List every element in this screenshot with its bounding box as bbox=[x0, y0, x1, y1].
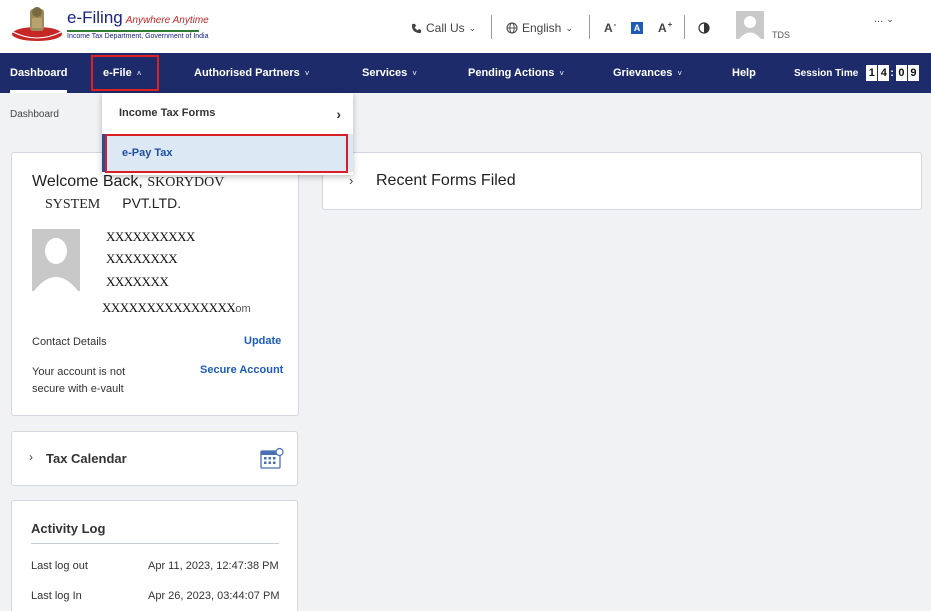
nav-services[interactable]: Services ˅ bbox=[362, 53, 417, 93]
last-login-value: Apr 26, 2023, 03:44:07 PM bbox=[148, 590, 280, 602]
contrast-icon bbox=[698, 22, 710, 34]
breadcrumb[interactable]: Dashboard bbox=[10, 109, 59, 120]
chevron-right-icon: › bbox=[29, 450, 33, 464]
recent-forms-title: Recent Forms Filed bbox=[376, 172, 516, 189]
divider bbox=[491, 15, 492, 39]
last-logout-value: Apr 11, 2023, 12:47:38 PM bbox=[148, 560, 279, 572]
divider bbox=[589, 15, 590, 39]
font-increase-button[interactable]: A + bbox=[658, 20, 672, 36]
contrast-button[interactable] bbox=[698, 20, 710, 36]
session-digit: 1 bbox=[866, 65, 878, 81]
welcome-card: Welcome Back, SKORYDOV SYSTEM PVT.LTD. XX… bbox=[11, 152, 299, 416]
main-nav: Dashboard e-File ˄ Authorised Partners ˅ S… bbox=[0, 53, 931, 93]
font-increase-label: A bbox=[658, 21, 667, 35]
chevron-right-icon: › bbox=[336, 106, 341, 122]
masked-pan: XXXXXXXXXX bbox=[106, 229, 195, 244]
efile-highlight-box bbox=[91, 55, 159, 91]
company-name: SYSTEM PVT.LTD. bbox=[45, 195, 182, 212]
epay-highlight-box bbox=[105, 134, 348, 173]
tax-calendar-title: Tax Calendar bbox=[46, 451, 127, 466]
globe-icon bbox=[506, 22, 518, 34]
session-colon: : bbox=[890, 67, 894, 79]
chevron-down-icon: ⌄ bbox=[468, 22, 477, 33]
welcome-name: SKORYDOV bbox=[147, 175, 242, 190]
contact-details-label: Contact Details bbox=[32, 336, 107, 348]
session-digit: 9 bbox=[907, 65, 919, 81]
e-vault-status-text: Your account is not secure with e-vault bbox=[32, 366, 126, 395]
brand-title: e-Filing bbox=[67, 8, 123, 27]
last-login-label: Last log In bbox=[31, 590, 82, 602]
masked-aadhaar: XXXXXXX bbox=[106, 274, 169, 289]
chevron-down-icon: ˅ bbox=[677, 68, 682, 78]
nav-active-indicator bbox=[10, 90, 67, 93]
font-normal-button[interactable]: A bbox=[631, 20, 643, 36]
menu-item-income-tax-forms[interactable]: Income Tax Forms › bbox=[102, 93, 353, 133]
nav-pending-actions[interactable]: Pending Actions ˅ bbox=[468, 53, 564, 93]
brand-underline bbox=[67, 30, 199, 32]
masked-email: XXXXXXXXXXXXXXXom bbox=[102, 300, 251, 315]
nav-grievances[interactable]: Grievances ˅ bbox=[613, 53, 682, 93]
language-label: English bbox=[522, 21, 562, 35]
update-link[interactable]: Update bbox=[244, 335, 281, 347]
session-label: Session Time bbox=[794, 67, 859, 79]
top-header: e-Filing Anywhere Anytime Income Tax Depa… bbox=[0, 0, 931, 53]
language-selector[interactable]: English ⌄ bbox=[506, 20, 573, 36]
font-normal-label: A bbox=[631, 22, 643, 34]
divider bbox=[684, 15, 685, 39]
last-logout-label: Last log out bbox=[31, 560, 88, 572]
welcome-greeting: Welcome Back, bbox=[32, 173, 143, 190]
call-us-label: Call Us bbox=[426, 21, 465, 35]
welcome-title: Welcome Back, SKORYDOV bbox=[32, 173, 242, 191]
brand-logo[interactable]: e-Filing Anywhere Anytime Income Tax Depa… bbox=[67, 8, 209, 40]
emblem-icon[interactable] bbox=[11, 4, 63, 42]
activity-log-card: Activity Log Last log out Apr 11, 2023, … bbox=[11, 500, 298, 611]
masked-mobile: XXXXXXXX bbox=[106, 251, 178, 266]
font-decrease-button[interactable]: A- bbox=[604, 20, 616, 36]
recent-forms-card[interactable]: › Recent Forms Filed bbox=[322, 152, 922, 210]
session-digit: 4 bbox=[878, 65, 890, 81]
user-avatar-icon[interactable] bbox=[736, 11, 764, 39]
session-digit: 0 bbox=[895, 65, 907, 81]
divider bbox=[31, 543, 279, 544]
profile-avatar bbox=[32, 229, 80, 291]
activity-log-title: Activity Log bbox=[31, 521, 106, 536]
secure-account-link[interactable]: Secure Account bbox=[200, 364, 283, 376]
more-menu-button[interactable]: ... ⌄ bbox=[874, 13, 894, 25]
calendar-icon bbox=[260, 447, 284, 469]
chevron-right-icon: › bbox=[349, 173, 354, 188]
chevron-down-icon: ˅ bbox=[559, 68, 565, 78]
brand-tagline: Anywhere Anytime bbox=[125, 15, 209, 26]
nav-authorised-partners[interactable]: Authorised Partners ˅ bbox=[194, 53, 309, 93]
user-role: TDS bbox=[772, 30, 790, 40]
nav-help[interactable]: Help bbox=[732, 53, 756, 93]
tax-calendar-card[interactable]: › Tax Calendar bbox=[11, 431, 298, 486]
session-timer: Session Time 1 4 : 0 9 bbox=[794, 53, 919, 93]
chevron-down-icon: ˅ bbox=[412, 68, 417, 78]
chevron-down-icon: ˅ bbox=[304, 68, 310, 78]
phone-icon bbox=[411, 23, 422, 33]
chevron-down-icon: ⌄ bbox=[565, 22, 573, 33]
nav-dashboard[interactable]: Dashboard bbox=[10, 53, 67, 93]
call-us-button[interactable]: Call Us ⌄ bbox=[411, 20, 476, 36]
font-decrease-label: A bbox=[604, 21, 613, 35]
brand-subtitle: Income Tax Department, Government of Ind… bbox=[67, 33, 209, 40]
